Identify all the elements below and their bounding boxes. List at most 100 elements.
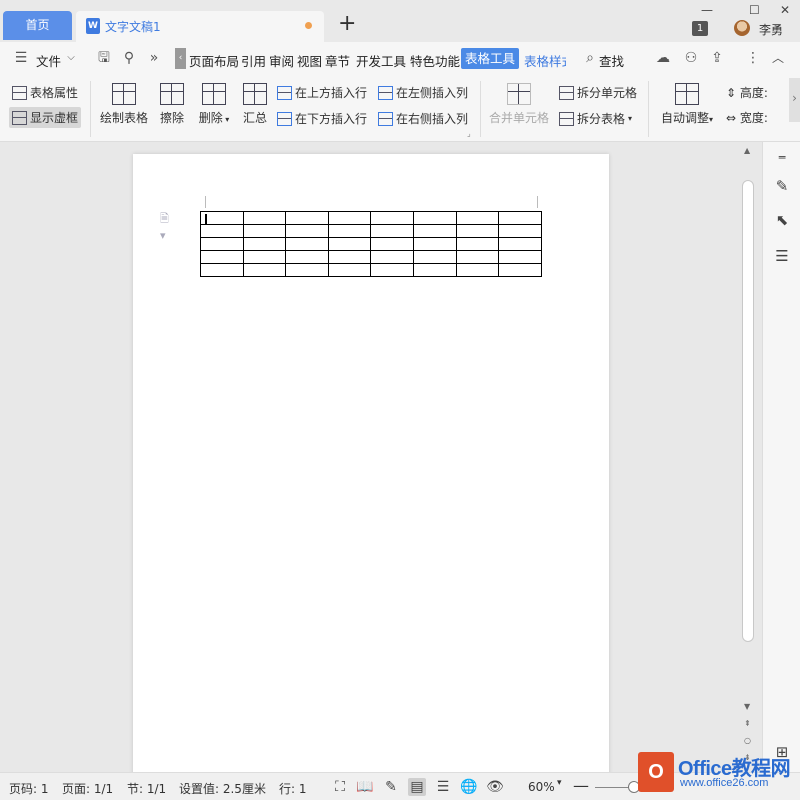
table-cell[interactable] bbox=[498, 263, 542, 277]
table-cell[interactable] bbox=[412, 237, 457, 251]
summary-button[interactable]: 汇总 bbox=[241, 83, 269, 126]
share-icon[interactable]: ⇪ bbox=[708, 49, 726, 67]
notification-badge[interactable]: 1 bbox=[692, 21, 708, 36]
menu-tab-chapter[interactable]: 章节 bbox=[325, 51, 350, 70]
row-height-field[interactable]: ⇕ 高度: bbox=[726, 84, 768, 101]
table-cell[interactable] bbox=[455, 263, 500, 277]
table-cell[interactable] bbox=[327, 211, 372, 225]
table-cell[interactable] bbox=[370, 250, 414, 264]
table-cell[interactable] bbox=[242, 224, 287, 238]
table-cell[interactable] bbox=[370, 237, 414, 251]
table-cell[interactable] bbox=[412, 263, 457, 277]
settings-sliders-icon[interactable]: ☰ bbox=[772, 246, 792, 266]
auto-fit-button[interactable]: 自动调整▾ bbox=[657, 83, 717, 126]
split-cells-button[interactable]: 拆分单元格 bbox=[559, 84, 637, 101]
username[interactable]: 李勇 bbox=[759, 21, 783, 38]
write-mode-icon[interactable]: ✎ bbox=[382, 778, 400, 796]
document-page[interactable]: 🗎▾ bbox=[133, 154, 609, 784]
edit-pen-icon[interactable]: ✎ bbox=[772, 176, 792, 196]
more-options-icon[interactable]: ⋮ bbox=[744, 49, 762, 67]
table-cell[interactable] bbox=[455, 211, 500, 225]
table-cell[interactable] bbox=[498, 224, 542, 238]
menu-tab-developer[interactable]: 开发工具 bbox=[356, 51, 406, 70]
page-view-icon[interactable]: ▤ bbox=[408, 778, 426, 796]
menu-file[interactable]: 文件 bbox=[36, 51, 61, 70]
table-cell[interactable] bbox=[327, 250, 372, 264]
dialog-launcher-icon[interactable]: ⌟ bbox=[467, 129, 471, 138]
erase-button[interactable]: 擦除 bbox=[157, 83, 187, 126]
merge-cells-button[interactable]: 合并单元格 bbox=[488, 83, 550, 126]
setting-value[interactable]: 设置值: 2.5厘米 bbox=[179, 780, 266, 797]
new-tab-button[interactable]: + bbox=[338, 12, 356, 36]
insert-row-below-button[interactable]: 在下方插入行 bbox=[277, 110, 367, 127]
table-cell[interactable] bbox=[370, 263, 414, 277]
avatar[interactable] bbox=[734, 20, 750, 36]
table-cell[interactable] bbox=[200, 237, 244, 251]
insert-row-above-button[interactable]: 在上方插入行 bbox=[277, 84, 367, 101]
table-properties-button[interactable]: 表格属性 bbox=[12, 84, 78, 101]
web-view-icon[interactable]: 🌐 bbox=[460, 778, 478, 796]
share-user-icon[interactable]: ⚇ bbox=[682, 49, 700, 67]
zoom-level[interactable]: 60% bbox=[528, 780, 555, 794]
page-count[interactable]: 页面: 1/1 bbox=[62, 780, 113, 797]
table-cell[interactable] bbox=[498, 211, 542, 225]
search-button[interactable]: 查找 bbox=[599, 51, 624, 70]
table-cell[interactable] bbox=[455, 237, 500, 251]
menu-tab-references[interactable]: 引用 bbox=[241, 51, 266, 70]
table-handle-icon[interactable]: 🗎▾ bbox=[160, 210, 172, 242]
vertical-scrollbar[interactable]: ▲ ▼ ⇞ ○ ⇟ bbox=[740, 142, 756, 772]
table-cell[interactable] bbox=[412, 211, 457, 225]
table-cell[interactable] bbox=[455, 250, 500, 264]
table-cell[interactable] bbox=[370, 224, 414, 238]
table-cell[interactable] bbox=[285, 237, 329, 251]
close-icon[interactable]: ✕ bbox=[780, 3, 790, 17]
table-cell[interactable] bbox=[242, 250, 287, 264]
table-cell[interactable] bbox=[200, 263, 244, 277]
table-cell[interactable] bbox=[200, 224, 244, 238]
table-cell[interactable] bbox=[455, 224, 500, 238]
outline-view-icon[interactable]: ☰ bbox=[434, 778, 452, 796]
eye-protection-icon[interactable]: 👁 bbox=[486, 778, 504, 796]
table-cell[interactable] bbox=[242, 211, 287, 225]
menu-tab-features[interactable]: 特色功能 bbox=[410, 51, 460, 70]
zoom-out-icon[interactable]: — bbox=[573, 776, 589, 795]
insert-col-left-button[interactable]: 在左侧插入列 bbox=[378, 84, 468, 101]
insert-col-right-button[interactable]: 在右侧插入列 bbox=[378, 110, 468, 127]
fullscreen-icon[interactable]: ⛶ bbox=[331, 778, 349, 796]
table-cell[interactable] bbox=[285, 263, 329, 277]
select-pointer-icon[interactable]: ⬉ bbox=[772, 210, 792, 230]
tab-home[interactable]: 首页 bbox=[3, 11, 72, 40]
table-cell[interactable] bbox=[285, 211, 329, 225]
table-cell[interactable] bbox=[498, 250, 542, 264]
table-cell[interactable] bbox=[285, 224, 329, 238]
table-cell[interactable] bbox=[327, 237, 372, 251]
save-icon[interactable]: 🖫 bbox=[95, 49, 113, 67]
draw-table-button[interactable]: 绘制表格 bbox=[99, 83, 149, 126]
hamburger-icon[interactable]: ☰ bbox=[12, 49, 30, 67]
tabs-scroll-left-icon[interactable]: ‹ bbox=[175, 48, 186, 69]
table-cell[interactable] bbox=[412, 250, 457, 264]
col-width-field[interactable]: ⇔ 宽度: bbox=[726, 109, 768, 126]
chevron-down-icon[interactable]: ⌵ bbox=[62, 49, 80, 67]
page-number[interactable]: 页码: 1 bbox=[9, 780, 49, 797]
menu-tab-layout[interactable]: 页面布局 bbox=[189, 51, 239, 70]
document-table[interactable] bbox=[200, 211, 542, 277]
format-painter-icon[interactable]: ⚲ bbox=[120, 49, 138, 67]
table-cell[interactable] bbox=[242, 237, 287, 251]
ribbon-scroll-right-icon[interactable]: › bbox=[789, 78, 800, 122]
maximize-icon[interactable]: ☐ bbox=[749, 3, 760, 17]
menu-tab-table-style[interactable]: 表格样式 bbox=[524, 51, 566, 70]
section-count[interactable]: 节: 1/1 bbox=[127, 780, 166, 797]
search-icon[interactable]: ⌕ bbox=[581, 49, 599, 67]
table-cell[interactable] bbox=[327, 224, 372, 238]
table-cell[interactable] bbox=[412, 224, 457, 238]
prev-page-icon[interactable]: ⇞ bbox=[744, 719, 751, 728]
table-cell[interactable] bbox=[370, 211, 414, 225]
table-cell[interactable] bbox=[327, 263, 372, 277]
show-gridlines-button[interactable]: 显示虚框 bbox=[9, 107, 82, 128]
delete-button[interactable]: 删除 ▾ bbox=[196, 83, 232, 126]
menu-tab-table-tools[interactable]: 表格工具 bbox=[461, 48, 519, 69]
table-cell[interactable] bbox=[200, 250, 244, 264]
menu-tab-view[interactable]: 视图 bbox=[297, 51, 322, 70]
table-cell[interactable] bbox=[498, 237, 542, 251]
